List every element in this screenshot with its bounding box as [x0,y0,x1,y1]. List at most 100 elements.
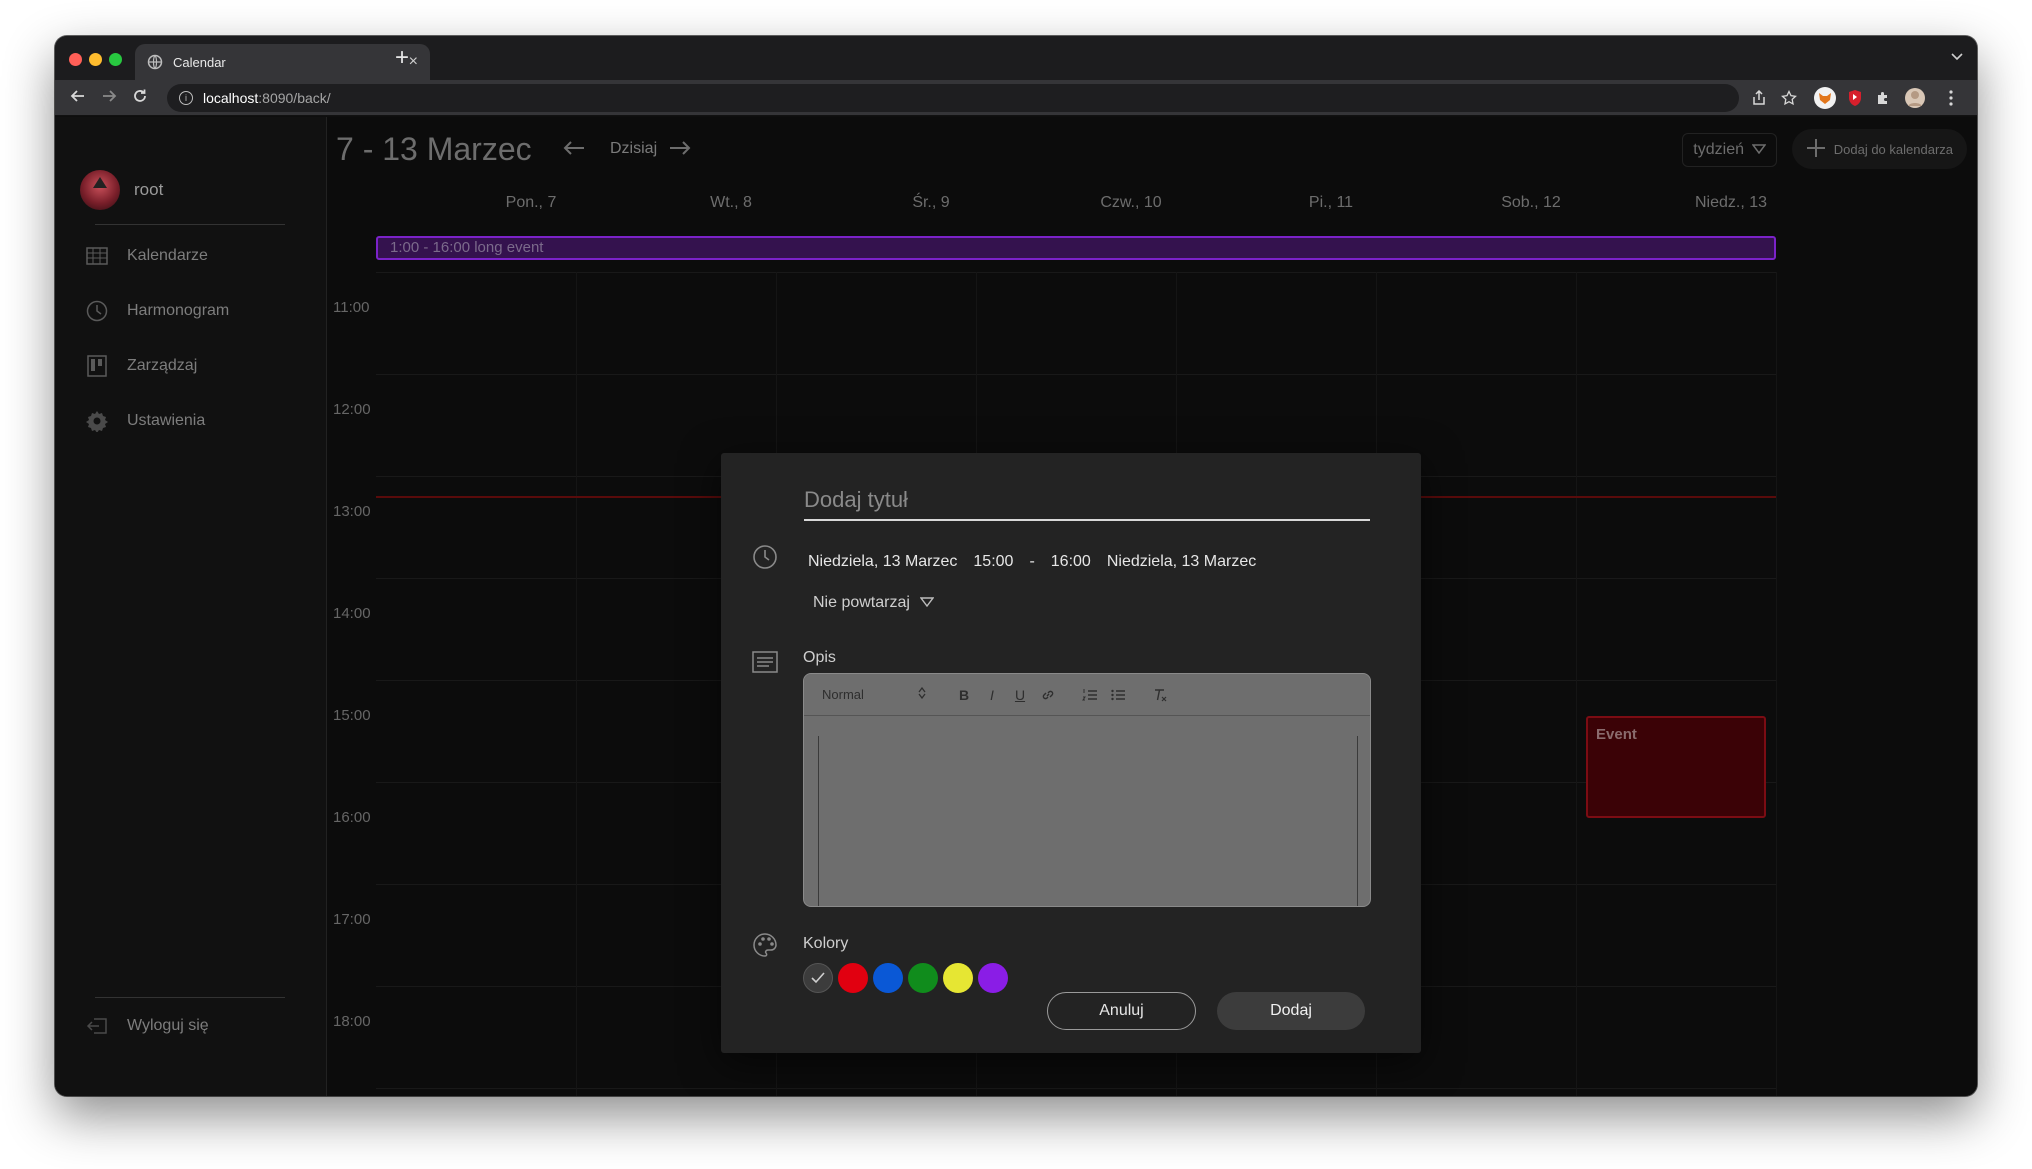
day-header: Sob., 12 [1501,194,1561,211]
chevron-down-icon [919,594,935,612]
calendar-app: root Kalendarze Harmonogram Zarządzaj Us… [55,117,1977,1096]
repeat-value: Nie powtarzaj [813,594,910,611]
description-textarea[interactable] [818,736,1358,906]
color-swatch-purple[interactable] [978,963,1008,993]
hour-label: 12:00 [333,401,371,418]
minimize-window-button[interactable] [89,53,102,66]
maximize-window-button[interactable] [109,53,122,66]
sidebar-item-label: Ustawienia [127,412,206,429]
ordered-list-icon[interactable] [1076,683,1104,707]
day-header: Pi., 11 [1308,194,1354,211]
date-range-title: 7 - 13 Marzec [336,131,532,167]
day-header: Czw., 10 [1100,194,1162,211]
clear-format-icon[interactable] [1146,683,1174,707]
repeat-select[interactable]: Nie powtarzaj [813,594,935,612]
url-host: localhost [203,90,259,106]
sidebar-item-label: Kalendarze [127,247,208,264]
add-button[interactable]: Dodaj [1217,992,1365,1030]
underline-icon[interactable]: U [1006,683,1034,707]
sidebar-item-harmonogram[interactable]: Harmonogram [85,299,229,323]
hour-label: 18:00 [333,1013,371,1030]
address-bar[interactable]: i localhost:8090/back/ [167,84,1739,112]
start-date[interactable]: Niedziela, 13 Marzec [808,553,957,571]
add-event-dialog: Niedziela, 13 Marzec 15:00 - 16:00 Niedz… [721,453,1421,1053]
logout-button[interactable]: Wyloguj się [85,1014,209,1038]
calendar-grid-icon [85,244,109,268]
add-to-calendar-button[interactable]: Dodaj do kalendarza [1791,129,1967,169]
format-select[interactable]: Normal [822,686,932,702]
sidebar-divider [95,224,285,225]
editor-toolbar: Normal B I U [804,674,1370,716]
sidebar-item-label: Zarządzaj [127,357,198,374]
forward-arrow-icon[interactable] [98,88,120,110]
fox-extension-icon[interactable] [1813,86,1837,110]
updown-icon [918,686,926,702]
sidebar-item-ustawienia[interactable]: Ustawienia [85,409,205,433]
column-line [576,272,577,1096]
back-arrow-icon[interactable] [67,88,89,110]
italic-icon[interactable]: I [978,683,1006,707]
today-button[interactable]: Dzisiaj [610,140,657,158]
share-icon[interactable] [1747,86,1771,110]
view-select-value: tydzień [1693,141,1744,158]
sidebar-item-label: Harmonogram [127,302,230,319]
chevron-down-icon [1751,141,1767,159]
logout-icon [85,1014,109,1038]
profile-avatar-icon[interactable] [1903,86,1927,110]
grid-line [376,272,1776,273]
event-title-input[interactable] [804,481,1370,521]
start-time[interactable]: 15:00 [973,553,1013,571]
close-window-button[interactable] [69,53,82,66]
user-profile[interactable]: root [80,170,163,210]
colors-label: Kolory [803,935,849,952]
browser-tab[interactable]: Calendar × [135,44,430,80]
calendar-event[interactable]: Event [1586,716,1766,818]
sidebar-divider [95,997,285,998]
view-select[interactable]: tydzień [1682,133,1777,167]
cancel-button[interactable]: Anuluj [1047,992,1196,1030]
grid-line [376,374,1776,375]
column-line [1776,272,1777,1096]
color-swatch-blue[interactable] [873,963,903,993]
color-swatch-red[interactable] [838,963,868,993]
link-icon[interactable] [1034,683,1062,707]
kebab-menu-icon[interactable] [1939,86,1963,110]
new-tab-button[interactable]: + [387,43,417,73]
day-header: Śr., 9 [912,194,950,211]
bullet-list-icon[interactable] [1104,683,1132,707]
sidebar: root Kalendarze Harmonogram Zarządzaj Us… [55,117,327,1096]
plus-icon [1806,138,1826,161]
hour-label: 17:00 [333,911,371,928]
hour-label: 14:00 [333,605,371,622]
username: root [134,180,164,199]
reload-icon[interactable] [129,88,151,110]
sidebar-item-kalendarze[interactable]: Kalendarze [85,244,208,268]
grid-line [376,1088,1776,1089]
clock-icon [751,543,779,571]
hour-label: 13:00 [333,503,371,520]
end-date[interactable]: Niedziela, 13 Marzec [1107,553,1256,571]
sidebar-item-zarzadzaj[interactable]: Zarządzaj [85,354,197,378]
color-swatch-green[interactable] [908,963,938,993]
logout-label: Wyloguj się [127,1017,209,1034]
bold-icon[interactable]: B [950,683,978,707]
hour-label: 11:00 [333,299,370,316]
palette-icon [751,931,779,959]
shield-extension-icon[interactable] [1843,86,1867,110]
color-swatch-default[interactable] [803,963,833,993]
add-to-calendar-label: Dodaj do kalendarza [1833,141,1953,157]
description-icon [751,648,779,676]
next-week-arrow-icon[interactable] [669,135,691,163]
puzzle-icon[interactable] [1871,86,1895,110]
browser-toolbar: i localhost:8090/back/ [55,80,1977,116]
bookmark-star-icon[interactable] [1777,86,1801,110]
end-time[interactable]: 16:00 [1051,553,1091,571]
url-path: :8090/back/ [258,90,331,106]
prev-week-arrow-icon[interactable] [563,135,585,163]
chevron-down-icon[interactable] [1951,48,1963,64]
color-swatch-yellow[interactable] [943,963,973,993]
info-icon[interactable]: i [179,91,193,105]
allday-event[interactable]: 1:00 - 16:00 long event [376,236,1776,260]
clock-icon [85,299,109,323]
globe-icon [147,54,163,70]
